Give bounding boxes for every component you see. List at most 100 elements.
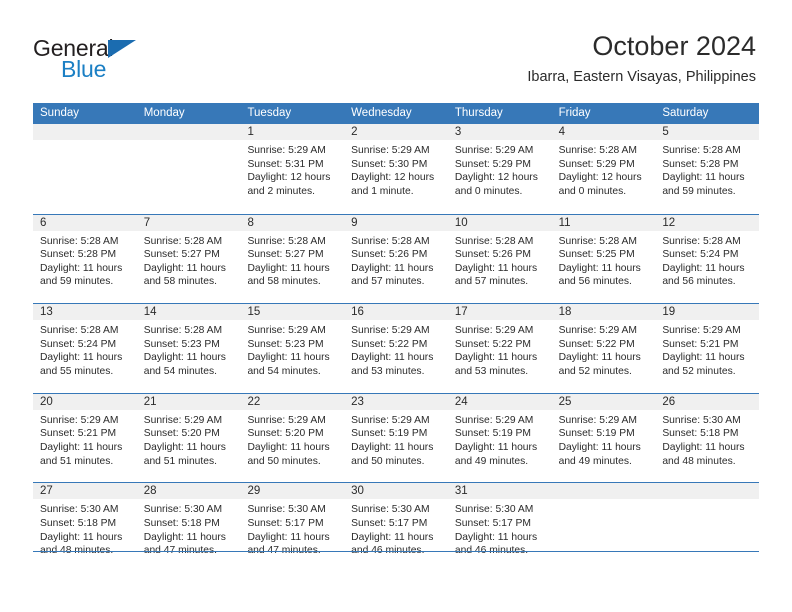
day-number-bar: 29 xyxy=(240,483,345,501)
day-detail-line: Sunset: 5:24 PM xyxy=(662,249,739,261)
day-number-bar: 15 xyxy=(240,304,345,322)
calendar-day-cell[interactable]: 29 Sunrise: 5:30 AM Sunset: 5:17 PM Dayligh… xyxy=(240,483,345,572)
calendar-day-cell[interactable]: 7 Sunrise: 5:28 AM Sunset: 5:27 PM Daylight… xyxy=(136,214,241,304)
day-detail-line: Sunrise: 5:28 AM xyxy=(558,145,638,156)
day-detail-line: Sunrise: 5:28 AM xyxy=(143,235,223,247)
day-detail-lines xyxy=(33,141,137,144)
calendar-day-cell[interactable]: 1 Sunrise: 5:29 AM Sunset: 5:31 PM Daylight… xyxy=(240,124,345,214)
calendar-day-cell[interactable]: 20 Sunrise: 5:29 AM Sunset: 5:21 PM Dayligh… xyxy=(33,393,137,483)
day-detail-line: Daylight: 11 hours xyxy=(454,262,538,274)
day-detail-line: Daylight: 11 hours xyxy=(454,441,538,453)
day-detail-line: Daylight: 11 hours xyxy=(351,352,434,364)
day-detail-line: Daylight: 11 hours xyxy=(558,441,641,453)
calendar-day-cell[interactable]: 15 Sunrise: 5:29 AM Sunset: 5:23 PM Dayligh… xyxy=(240,304,345,393)
day-detail-line: Sunset: 5:17 PM xyxy=(247,517,324,529)
day-detail-lines: Sunrise: 5:28 AM Sunset: 5:25 PM Daylight:… xyxy=(552,232,656,289)
calendar-day-cell[interactable]: 25 Sunrise: 5:29 AM Sunset: 5:19 PM Dayligh… xyxy=(551,393,656,483)
calendar-day-cell[interactable]: 13 Sunrise: 5:28 AM Sunset: 5:24 PM Dayligh… xyxy=(33,304,137,393)
day-detail-line: and 57 minutes. xyxy=(351,276,425,288)
day-number: 29 xyxy=(247,485,261,498)
day-detail-line: and 54 minutes. xyxy=(247,365,321,377)
day-number: 24 xyxy=(454,395,468,408)
calendar-day-cell[interactable]: 23 Sunrise: 5:29 AM Sunset: 5:19 PM Dayligh… xyxy=(344,393,448,483)
day-detail-line: and 53 minutes. xyxy=(351,365,425,377)
day-detail-line: and 53 minutes. xyxy=(454,365,529,377)
day-number-bar: 23 xyxy=(344,393,448,411)
triangle-icon xyxy=(108,40,136,58)
day-number: 15 xyxy=(247,306,261,319)
calendar-day-cell[interactable]: 27 Sunrise: 5:30 AM Sunset: 5:18 PM Dayligh… xyxy=(33,483,137,572)
day-detail-line: Daylight: 12 hours xyxy=(558,172,642,184)
day-detail-line: Daylight: 11 hours xyxy=(40,262,123,274)
day-number-bar: 10 xyxy=(447,214,552,232)
calendar-day-cell[interactable]: 8 Sunrise: 5:28 AM Sunset: 5:27 PM Daylight… xyxy=(240,214,345,304)
day-number-bar: 6 xyxy=(33,214,137,232)
day-detail-lines: Sunrise: 5:29 AM Sunset: 5:19 PM Daylight:… xyxy=(552,411,656,468)
calendar-day-cell[interactable]: 4 Sunrise: 5:28 AM Sunset: 5:29 PM Daylight… xyxy=(551,124,656,214)
day-detail-line: and 0 minutes. xyxy=(454,185,523,197)
day-detail-lines: Sunrise: 5:30 AM Sunset: 5:18 PM Daylight:… xyxy=(33,500,137,557)
calendar-day-cell[interactable]: 24 Sunrise: 5:29 AM Sunset: 5:19 PM Dayligh… xyxy=(447,393,552,483)
day-detail-line: Daylight: 11 hours xyxy=(351,531,434,543)
calendar-day-cell[interactable]: 28 Sunrise: 5:30 AM Sunset: 5:18 PM Dayligh… xyxy=(136,483,241,572)
calendar-week-row: 13 Sunrise: 5:28 AM Sunset: 5:24 PM Dayligh… xyxy=(33,303,760,393)
day-number: 23 xyxy=(351,395,364,408)
day-detail-line: Sunset: 5:27 PM xyxy=(143,249,220,261)
calendar-day-cell[interactable]: 3 Sunrise: 5:29 AM Sunset: 5:29 PM Daylight… xyxy=(447,124,552,214)
day-number: 7 xyxy=(143,216,151,229)
calendar-day-cell[interactable]: 31 Sunrise: 5:30 AM Sunset: 5:17 PM Dayligh… xyxy=(447,483,552,572)
day-number: 6 xyxy=(40,216,47,229)
calendar-day-cell[interactable]: 12 Sunrise: 5:28 AM Sunset: 5:24 PM Dayligh… xyxy=(655,214,760,304)
calendar-day-cell[interactable]: 30 Sunrise: 5:30 AM Sunset: 5:17 PM Dayligh… xyxy=(344,483,448,572)
day-detail-lines: Sunrise: 5:30 AM Sunset: 5:18 PM Daylight:… xyxy=(137,500,241,557)
calendar-day-cell[interactable]: 19 Sunrise: 5:29 AM Sunset: 5:21 PM Dayligh… xyxy=(655,304,760,393)
calendar-day-cell[interactable]: 14 Sunrise: 5:28 AM Sunset: 5:23 PM Dayligh… xyxy=(136,304,241,393)
calendar-day-cell[interactable]: 11 Sunrise: 5:28 AM Sunset: 5:25 PM Dayligh… xyxy=(551,214,656,304)
calendar-day-cell[interactable]: 22 Sunrise: 5:29 AM Sunset: 5:20 PM Dayligh… xyxy=(240,393,345,483)
calendar-day-cell[interactable]: 26 Sunrise: 5:30 AM Sunset: 5:18 PM Dayligh… xyxy=(655,393,760,483)
day-number-bar xyxy=(136,124,241,141)
calendar-day-cell-empty xyxy=(136,124,241,214)
calendar-week-row: 27 Sunrise: 5:30 AM Sunset: 5:18 PM Dayligh… xyxy=(33,482,760,572)
day-detail-lines: Sunrise: 5:28 AM Sunset: 5:26 PM Daylight:… xyxy=(344,232,448,289)
day-detail-line: Daylight: 11 hours xyxy=(143,531,226,543)
calendar-day-cell[interactable]: 5 Sunrise: 5:28 AM Sunset: 5:28 PM Daylight… xyxy=(655,124,760,214)
day-detail-line: Daylight: 11 hours xyxy=(454,352,538,364)
calendar-grid: Sunday Monday Tuesday Wednesday Thursday Frid… xyxy=(33,103,760,572)
day-detail-lines: Sunrise: 5:28 AM Sunset: 5:28 PM Daylight:… xyxy=(655,141,759,198)
day-detail-lines: Sunrise: 5:28 AM Sunset: 5:24 PM Daylight:… xyxy=(33,321,137,378)
day-detail-line: Sunset: 5:31 PM xyxy=(247,158,324,170)
calendar-day-cell[interactable]: 17 Sunrise: 5:29 AM Sunset: 5:22 PM Dayligh… xyxy=(447,304,552,393)
calendar-day-cell[interactable]: 9 Sunrise: 5:28 AM Sunset: 5:26 PM Daylight… xyxy=(344,214,448,304)
calendar-day-cell[interactable]: 6 Sunrise: 5:28 AM Sunset: 5:28 PM Daylight… xyxy=(33,214,137,304)
day-detail-lines: Sunrise: 5:30 AM Sunset: 5:17 PM Daylight:… xyxy=(344,500,448,557)
page-header: General Blue October 2024 Ibarra, Easter… xyxy=(0,0,792,103)
calendar-day-cell[interactable]: 10 Sunrise: 5:28 AM Sunset: 5:26 PM Dayligh… xyxy=(447,214,552,304)
day-detail-line: and 58 minutes. xyxy=(247,276,321,288)
weekday-header-saturday: Saturday xyxy=(662,107,709,119)
day-number: 1 xyxy=(247,126,254,138)
day-detail-line: and 56 minutes. xyxy=(662,276,736,288)
day-detail-line: Sunrise: 5:30 AM xyxy=(662,414,741,426)
calendar-day-cell[interactable]: 21 Sunrise: 5:29 AM Sunset: 5:20 PM Dayligh… xyxy=(136,393,241,483)
day-detail-line: Daylight: 11 hours xyxy=(351,262,434,274)
day-detail-line: Sunrise: 5:30 AM xyxy=(40,504,119,516)
day-detail-line: Sunset: 5:24 PM xyxy=(40,338,117,350)
day-detail-line: Daylight: 11 hours xyxy=(143,262,226,274)
day-detail-lines: Sunrise: 5:29 AM Sunset: 5:20 PM Daylight:… xyxy=(240,411,344,468)
weekday-header-tuesday: Tuesday xyxy=(247,107,292,119)
day-detail-line: and 57 minutes. xyxy=(454,276,529,288)
day-number-bar: 4 xyxy=(551,124,656,141)
day-detail-line: Sunrise: 5:28 AM xyxy=(40,235,119,247)
day-detail-line: Sunset: 5:19 PM xyxy=(454,428,532,440)
day-detail-line: and 49 minutes. xyxy=(558,455,632,467)
day-detail-line: Sunrise: 5:28 AM xyxy=(351,235,430,247)
calendar-day-cell[interactable]: 2 Sunrise: 5:29 AM Sunset: 5:30 PM Daylight… xyxy=(344,124,448,214)
day-detail-line: and 0 minutes. xyxy=(558,185,627,197)
calendar-day-cell[interactable]: 18 Sunrise: 5:29 AM Sunset: 5:22 PM Dayligh… xyxy=(551,304,656,393)
day-detail-lines: Sunrise: 5:28 AM Sunset: 5:27 PM Daylight:… xyxy=(137,232,241,289)
day-detail-line: Sunrise: 5:29 AM xyxy=(454,145,534,156)
day-detail-line: and 58 minutes. xyxy=(143,276,217,288)
calendar-day-cell[interactable]: 16 Sunrise: 5:29 AM Sunset: 5:22 PM Dayligh… xyxy=(344,304,448,393)
location-subtitle: Ibarra, Eastern Visayas, Philippines xyxy=(527,69,756,85)
